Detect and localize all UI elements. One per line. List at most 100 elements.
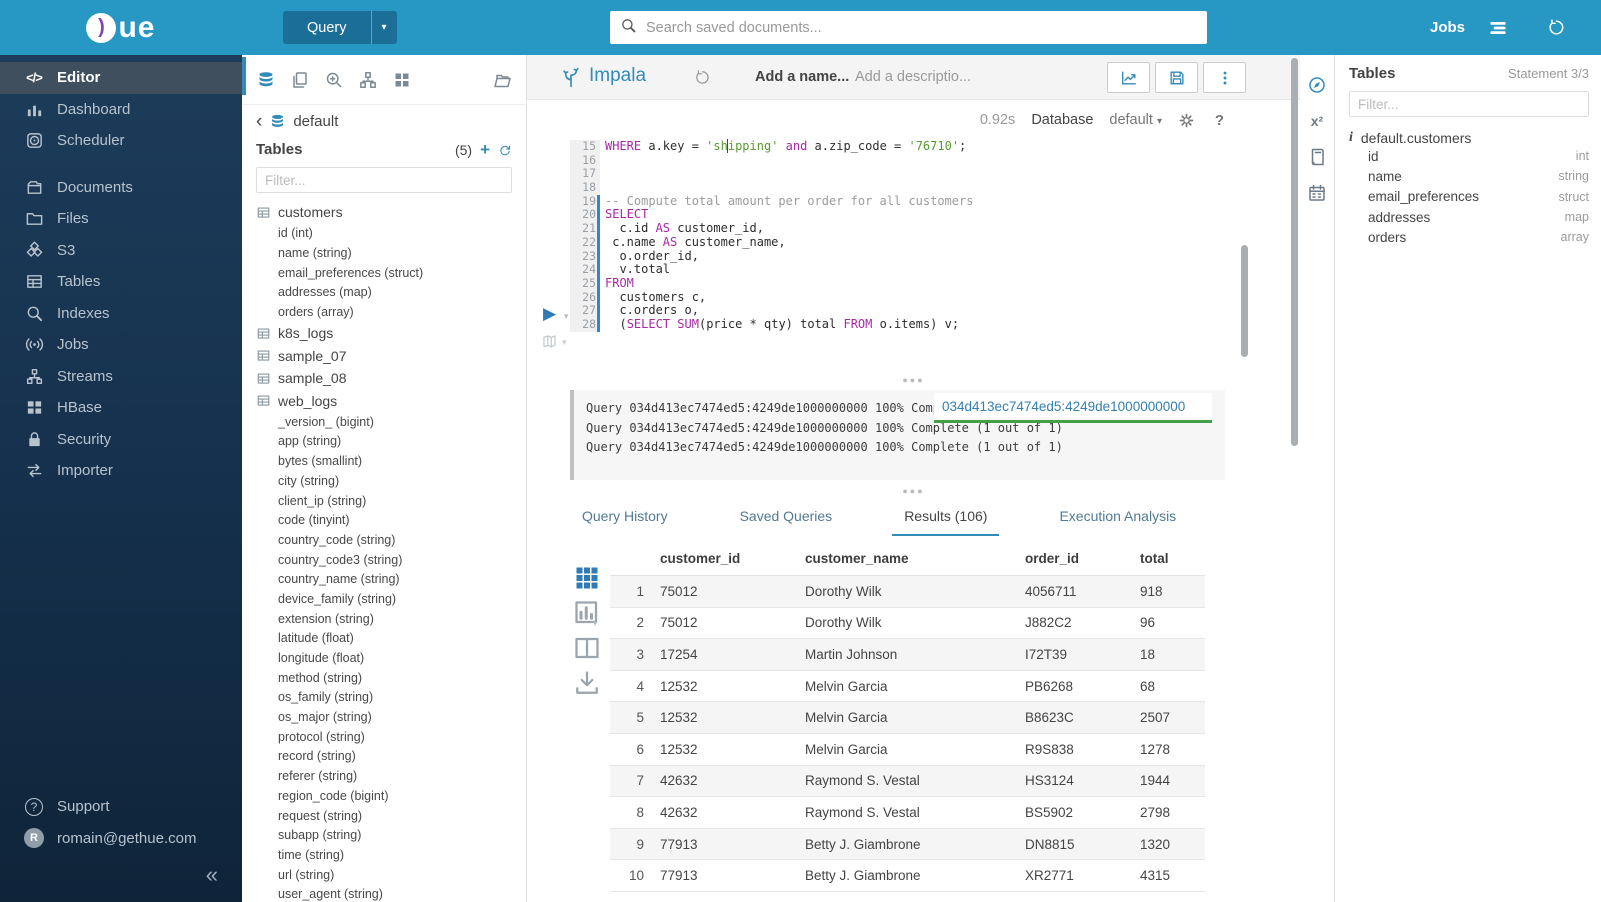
query-dropdown-caret[interactable]: ▾ xyxy=(371,11,397,44)
code-line[interactable] xyxy=(605,154,973,168)
right-filter-input[interactable] xyxy=(1349,91,1589,117)
resize-handle[interactable]: ●●● xyxy=(527,376,1300,384)
right-column-row[interactable]: namestring xyxy=(1349,166,1589,186)
refresh-icon[interactable] xyxy=(498,143,512,157)
help-icon[interactable]: ? xyxy=(1211,112,1228,129)
tab-results-[interactable]: Results (106) xyxy=(892,498,999,536)
query-id-popover[interactable]: 034d413ec7474ed5:4249de1000000000 xyxy=(934,393,1212,423)
execute-query-button[interactable]: ▶ xyxy=(543,305,556,322)
editor-scrollbar[interactable] xyxy=(1241,245,1248,357)
assist-column[interactable]: app (string) xyxy=(256,432,512,452)
assist-column[interactable]: email_preferences (struct) xyxy=(256,263,512,283)
assist-column[interactable]: latitude (float) xyxy=(256,629,512,649)
active-table-entry[interactable]: i default.customers xyxy=(1349,130,1589,146)
assist-column[interactable]: orders (array) xyxy=(256,302,512,322)
tab-query-history[interactable]: Query History xyxy=(570,498,680,536)
assist-column[interactable]: country_name (string) xyxy=(256,569,512,589)
column-header[interactable]: order_id xyxy=(1025,551,1140,566)
sidebar-item-user[interactable]: Rromain@gethue.com xyxy=(0,823,242,855)
assist-column[interactable]: longitude (float) xyxy=(256,648,512,668)
sidebar-item-documents[interactable]: Documents xyxy=(0,172,242,204)
code-line[interactable]: v.total xyxy=(605,263,973,277)
sidebar-item-s3[interactable]: S3 xyxy=(0,235,242,267)
assist-column[interactable]: referer (string) xyxy=(256,766,512,786)
assist-column[interactable]: extension (string) xyxy=(256,609,512,629)
active-table-name[interactable]: default.customers xyxy=(1361,130,1472,146)
assist-column[interactable]: time (string) xyxy=(256,845,512,865)
assist-column[interactable]: name (string) xyxy=(256,243,512,263)
assist-table-k8s_logs[interactable]: k8s_logs xyxy=(256,322,512,345)
query-id-link[interactable]: 034d413ec7474ed5:4249de1000000000 xyxy=(942,399,1185,414)
assist-column[interactable]: _version_ (bigint) xyxy=(256,412,512,432)
query-description-field[interactable]: Add a descriptio... xyxy=(855,69,971,85)
code-line[interactable] xyxy=(605,181,973,195)
sidebar-item-support[interactable]: ?Support xyxy=(0,791,242,823)
sidebar-item-indexes[interactable]: Indexes xyxy=(0,298,242,330)
code-line[interactable]: o.order_id, xyxy=(605,250,973,264)
more-actions-button[interactable] xyxy=(1203,62,1246,93)
assist-column[interactable]: code (tinyint) xyxy=(256,510,512,530)
assist-column[interactable]: city (string) xyxy=(256,471,512,491)
main-scrollbar[interactable] xyxy=(1291,58,1298,446)
assist-table-sample_07[interactable]: sample_07 xyxy=(256,344,512,367)
assist-column[interactable]: request (string) xyxy=(256,806,512,826)
tab-execution-analysis[interactable]: Execution Analysis xyxy=(1047,498,1188,536)
info-icon[interactable]: i xyxy=(1349,130,1353,146)
navigator-compass-icon[interactable] xyxy=(1300,67,1334,103)
add-table-icon[interactable]: + xyxy=(480,143,490,157)
tab-saved-queries[interactable]: Saved Queries xyxy=(728,498,845,536)
search-zoom-icon[interactable] xyxy=(324,70,344,90)
assist-column[interactable]: addresses (map) xyxy=(256,283,512,303)
query-name-field[interactable]: Add a name... xyxy=(755,69,849,85)
save-button[interactable] xyxy=(1155,62,1198,93)
code-line[interactable]: (SELECT SUM(price * qty) total FROM o.it… xyxy=(605,318,973,332)
sidebar-item-dashboard[interactable]: Dashboard xyxy=(0,94,242,126)
sitemap-icon[interactable] xyxy=(358,70,378,90)
assist-column[interactable]: os_major (string) xyxy=(256,707,512,727)
grid-view-icon[interactable] xyxy=(572,580,602,597)
column-header[interactable]: customer_id xyxy=(660,551,805,566)
functions-icon[interactable]: x² xyxy=(1300,103,1334,139)
assist-column[interactable]: bytes (smallint) xyxy=(256,451,512,471)
sidebar-item-scheduler[interactable]: Scheduler xyxy=(0,125,242,157)
right-column-row[interactable]: idint xyxy=(1349,146,1589,166)
hue-logo[interactable]: ) ue xyxy=(0,0,242,55)
code-line[interactable]: SELECT xyxy=(605,208,973,222)
query-history-icon[interactable] xyxy=(694,69,711,86)
code-line[interactable]: customers c, xyxy=(605,291,973,305)
assist-column[interactable]: country_code3 (string) xyxy=(256,550,512,570)
code-line[interactable]: WHERE a.key = 'shipping' and a.zip_code … xyxy=(605,140,973,154)
assist-column[interactable]: user_agent (string) xyxy=(256,884,512,902)
sidebar-item-security[interactable]: Security xyxy=(0,424,242,456)
assist-column[interactable]: client_ip (string) xyxy=(256,491,512,511)
language-reference-icon[interactable] xyxy=(1300,139,1334,175)
assist-filter-input[interactable] xyxy=(256,167,512,193)
editor-code[interactable]: WHERE a.key = 'shipping' and a.zip_code … xyxy=(605,140,973,332)
jobs-link[interactable]: Jobs xyxy=(1430,19,1465,36)
sidebar-item-tables[interactable]: Tables xyxy=(0,266,242,298)
back-chevron[interactable]: ‹ xyxy=(256,115,262,129)
code-line[interactable]: c.id AS customer_id, xyxy=(605,222,973,236)
columns-view-icon[interactable] xyxy=(572,650,602,667)
assist-column[interactable]: protocol (string) xyxy=(256,727,512,747)
sidebar-collapse-button[interactable]: « xyxy=(206,862,218,888)
sidebar-item-importer[interactable]: Importer xyxy=(0,455,242,487)
presentation-mode-icon[interactable] xyxy=(541,333,558,350)
jobs-list-icon[interactable] xyxy=(1487,17,1509,39)
sidebar-item-jobs[interactable]: Jobs xyxy=(0,329,242,361)
new-query-button[interactable]: Query ▾ xyxy=(283,11,397,44)
download-icon[interactable] xyxy=(572,685,602,702)
assist-table-sample_08[interactable]: sample_08 xyxy=(256,367,512,390)
resize-handle-2[interactable]: ●●● xyxy=(527,487,1300,495)
code-line[interactable]: FROM xyxy=(605,277,973,291)
databases-icon[interactable] xyxy=(256,70,276,90)
right-column-row[interactable]: addressesmap xyxy=(1349,207,1589,227)
query-button-label[interactable]: Query xyxy=(283,11,371,44)
assist-column[interactable]: method (string) xyxy=(256,668,512,688)
database-breadcrumb[interactable]: default xyxy=(293,113,338,130)
presentation-caret[interactable]: ▾ xyxy=(562,337,567,348)
assist-column[interactable]: subapp (string) xyxy=(256,825,512,845)
assist-column[interactable]: os_family (string) xyxy=(256,688,512,708)
code-line[interactable] xyxy=(605,167,973,181)
execute-options-caret[interactable]: ▾ xyxy=(564,311,569,322)
